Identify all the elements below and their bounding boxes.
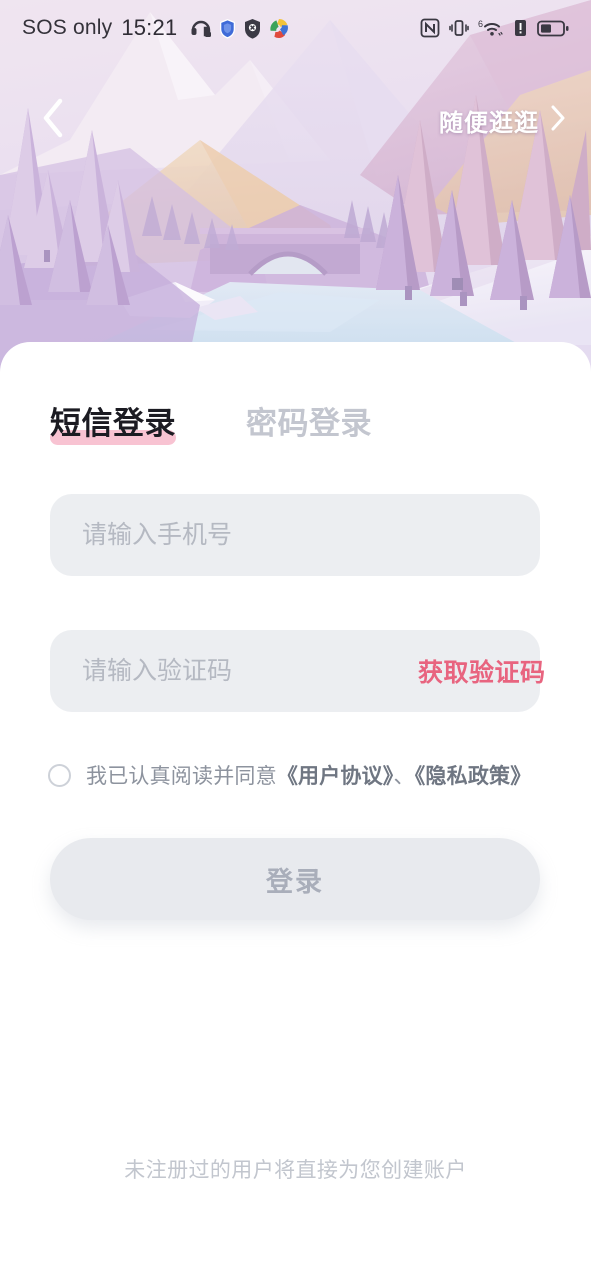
status-bar-app-icons [190,17,290,39]
chevron-right-icon [549,103,567,138]
registration-hint: 未注册过的用户将直接为您创建账户 [124,1159,467,1182]
tab-sms-login[interactable]: 短信登录 [50,398,176,445]
user-agreement-link[interactable]: 《用户协议》 [277,765,394,788]
tab-password-login-label: 密码登录 [246,406,372,441]
send-code-button[interactable]: 获取验证码 [418,653,546,689]
hero-top-nav: 随便逛逛 [0,95,591,151]
vibrate-icon [449,18,469,38]
agreement-separator: 、 [393,765,415,788]
carrier-label: SOS only [22,16,113,39]
privacy-policy-link[interactable]: 《隐私政策》 [415,765,532,788]
status-bar: SOS only 15:21 6 [0,0,591,56]
nfc-icon [420,18,440,38]
login-card: 短信登录 密码登录 获取验证码 我已认真阅读并同意《用户协议》、《隐私政策》 登… [0,342,591,1280]
browse-around-label: 随便逛逛 [439,109,539,137]
wifi6-icon: 6 [478,18,504,38]
clock-label: 15:21 [121,15,178,40]
headset-call-icon [190,18,212,38]
agreement-row: 我已认真阅读并同意《用户协议》、《隐私政策》 [48,760,531,790]
hero-illustration [0,0,591,400]
chevron-left-icon [40,96,66,145]
phone-field[interactable] [50,494,540,576]
agreement-checkbox[interactable] [48,763,71,787]
signal-alert-icon [513,18,528,38]
login-mode-tabs: 短信登录 密码登录 [50,398,372,445]
back-button[interactable] [30,95,76,145]
login-screen: SOS only 15:21 6 随便逛逛 短信登录 密码登录 请输入手机号 请… [0,0,591,1280]
shield-blue-icon [218,18,237,39]
login-button-label: 登录 [266,866,324,897]
verification-code-input[interactable] [82,651,404,691]
status-bar-right: 6 [420,18,569,38]
status-bar-left: SOS only 15:21 [22,15,290,41]
tab-sms-login-label: 短信登录 [50,406,176,441]
agreement-prefix: 我已认真阅读并同意 [86,765,277,788]
google-colorful-icon [268,17,290,39]
agreement-text: 我已认真阅读并同意《用户协议》、《隐私政策》 [86,760,531,790]
verification-code-field[interactable]: 获取验证码 [50,630,545,712]
shield-block-icon [243,18,262,39]
phone-input[interactable] [82,515,508,555]
login-button[interactable]: 登录 [50,838,540,920]
tab-password-login[interactable]: 密码登录 [246,398,372,445]
browse-around-button[interactable]: 随便逛逛 [439,95,567,145]
svg-text:6: 6 [478,19,483,29]
battery-icon [537,19,569,38]
